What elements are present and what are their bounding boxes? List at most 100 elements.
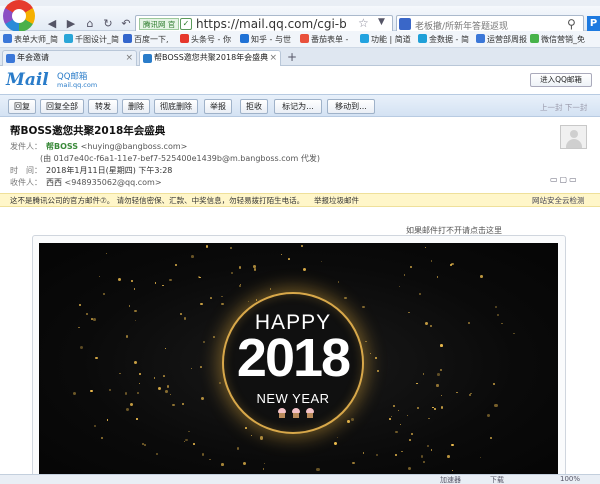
- sparkle-dot: [185, 439, 188, 442]
- bookmark-item[interactable]: 头条号 - 你: [180, 33, 231, 46]
- profile-button[interactable]: P: [587, 16, 600, 32]
- bookmark-icon: [418, 34, 427, 43]
- sparkle-dot: [95, 357, 98, 360]
- avatar[interactable]: [560, 125, 587, 149]
- bookmark-item[interactable]: 功能 | 简道: [360, 33, 411, 46]
- sparkle-dot: [158, 387, 162, 391]
- browser-logo-icon[interactable]: [3, 0, 35, 32]
- sparkle-dot: [129, 305, 131, 307]
- sparkle-dot: [467, 322, 470, 324]
- search-engine-icon[interactable]: [399, 18, 411, 30]
- report-spam-link[interactable]: 举报垃圾邮件: [314, 195, 359, 206]
- search-icon[interactable]: ⚲: [567, 17, 576, 31]
- report-button[interactable]: 举报: [204, 99, 232, 114]
- bookmark-item[interactable]: 表单大师_简: [3, 33, 58, 46]
- url-dropdown-icon[interactable]: ▼: [378, 17, 385, 27]
- bookmark-icon: [180, 34, 189, 43]
- download-button[interactable]: 下载: [490, 475, 504, 484]
- sparkle-dot: [221, 295, 223, 298]
- back-icon[interactable]: ◀: [44, 16, 60, 32]
- sparkle-dot: [101, 436, 104, 439]
- sparkle-dot: [424, 246, 427, 249]
- delete-button[interactable]: 删除: [122, 99, 150, 114]
- tab-invite[interactable]: 年会邀请 ×: [2, 50, 137, 66]
- sparkle-dot: [362, 305, 365, 309]
- reply-button[interactable]: 回复: [8, 99, 36, 114]
- lock-icon[interactable]: ✓: [180, 18, 192, 30]
- sparkle-dot: [436, 384, 439, 387]
- bookmark-icon: [240, 34, 249, 43]
- accelerator-button[interactable]: 加速器: [440, 475, 461, 484]
- new-tab-button[interactable]: +: [283, 50, 301, 66]
- bookmark-item[interactable]: 金数据 - 简: [418, 33, 469, 46]
- warning-bar: 这不是腾讯公司的官方邮件⑦。 请勿轻信密保、汇款、中奖信息，勿轻易拨打陌生电话。…: [0, 193, 600, 207]
- sparkle-dot: [468, 394, 471, 397]
- prev-next-links[interactable]: 上一封 下一封: [540, 102, 587, 113]
- sparkle-dot: [126, 407, 130, 411]
- sparkle-dot: [497, 314, 499, 316]
- sparkle-dot: [489, 436, 493, 440]
- sparkle-dot: [105, 252, 108, 255]
- sparkle-dot: [377, 370, 379, 372]
- forward-icon[interactable]: ▶: [63, 16, 79, 32]
- sparkle-dot: [244, 427, 247, 429]
- new-year-banner: HAPPY 2018 NEW YEAR: [39, 243, 558, 484]
- move-to-dropdown[interactable]: 移动到...: [327, 99, 375, 114]
- sparkle-dot: [200, 366, 202, 368]
- delete-permanently-button[interactable]: 彻底删除: [154, 99, 198, 114]
- sparkle-dot: [136, 418, 138, 420]
- bookmark-item[interactable]: 百度一下,: [123, 33, 169, 46]
- safe-check-link[interactable]: 网站安全云检测: [532, 195, 585, 206]
- sparkle-dot: [172, 403, 175, 406]
- recipient-name[interactable]: 西西: [46, 178, 62, 187]
- sparkle-dot: [165, 390, 168, 393]
- sparkle-dot: [395, 454, 398, 457]
- mark-as-dropdown[interactable]: 标记为...: [274, 99, 322, 114]
- close-icon[interactable]: ×: [125, 51, 133, 65]
- mail-logo[interactable]: Mail: [6, 70, 49, 90]
- bookmark-item[interactable]: 千图设计_简: [64, 33, 119, 46]
- forward-button[interactable]: 转发: [88, 99, 118, 114]
- bookmark-item[interactable]: 微信营销_免: [530, 33, 585, 46]
- bookmark-item[interactable]: 番茄表单 -: [300, 33, 348, 46]
- bookmark-item[interactable]: 知乎 - 与世: [240, 33, 291, 46]
- undo-close-icon[interactable]: ↶: [118, 16, 134, 32]
- sparkle-dot: [370, 353, 372, 355]
- sparkle-dot: [344, 296, 347, 299]
- reject-button[interactable]: 拒收: [240, 99, 268, 114]
- sparkle-dot: [117, 277, 121, 281]
- sparkle-dot: [78, 303, 82, 307]
- tab-favicon-icon: [6, 54, 15, 63]
- close-icon[interactable]: ×: [269, 51, 277, 65]
- sender-name[interactable]: 帮BOSS: [46, 142, 78, 151]
- mail-action-icons[interactable]: ▭▢▭: [550, 175, 579, 184]
- sparkle-dot: [248, 301, 250, 303]
- bookmark-star-icon[interactable]: ☆: [358, 16, 369, 30]
- sparkle-dot: [91, 318, 93, 320]
- reply-all-button[interactable]: 回复全部: [40, 99, 84, 114]
- sparkle-dot: [480, 274, 483, 278]
- zoom-level[interactable]: 100%: [560, 475, 580, 483]
- refresh-icon[interactable]: ↻: [100, 16, 116, 32]
- bookmark-item[interactable]: 运营部周报: [476, 33, 527, 46]
- sparkle-dot: [134, 309, 137, 313]
- tab-mail[interactable]: 帮BOSS邀您共聚2018年会盛典 ×: [139, 50, 281, 66]
- star-icon[interactable]: ☆: [145, 122, 155, 135]
- sparkle-dot: [131, 279, 134, 282]
- sparkle-dot: [288, 258, 290, 260]
- bookmark-icon: [3, 34, 12, 43]
- sparkle-dot: [422, 373, 424, 375]
- enter-mailbox-button[interactable]: 进入QQ邮箱: [530, 73, 592, 87]
- sparkle-dot: [399, 423, 401, 426]
- site-identity-badge[interactable]: 腾讯网 官: [139, 18, 180, 30]
- sparkle-dot: [416, 382, 418, 385]
- url-text[interactable]: https://mail.qq.com/cgi-bin/frai: [196, 17, 346, 31]
- sparkle-dot: [221, 302, 224, 306]
- recipient-email[interactable]: <948935062@qq.com>: [65, 178, 162, 187]
- sparkle-dot: [134, 360, 137, 364]
- mail-toolbar: 回复 回复全部 转发 删除 彻底删除 举报 拒收 标记为... 移动到... 上…: [0, 94, 600, 117]
- sparkle-dot: [436, 276, 439, 278]
- sender-email[interactable]: <huying@bangboss.com>: [81, 142, 188, 151]
- home-icon[interactable]: ⌂: [82, 16, 98, 32]
- sparkle-dot: [447, 455, 451, 459]
